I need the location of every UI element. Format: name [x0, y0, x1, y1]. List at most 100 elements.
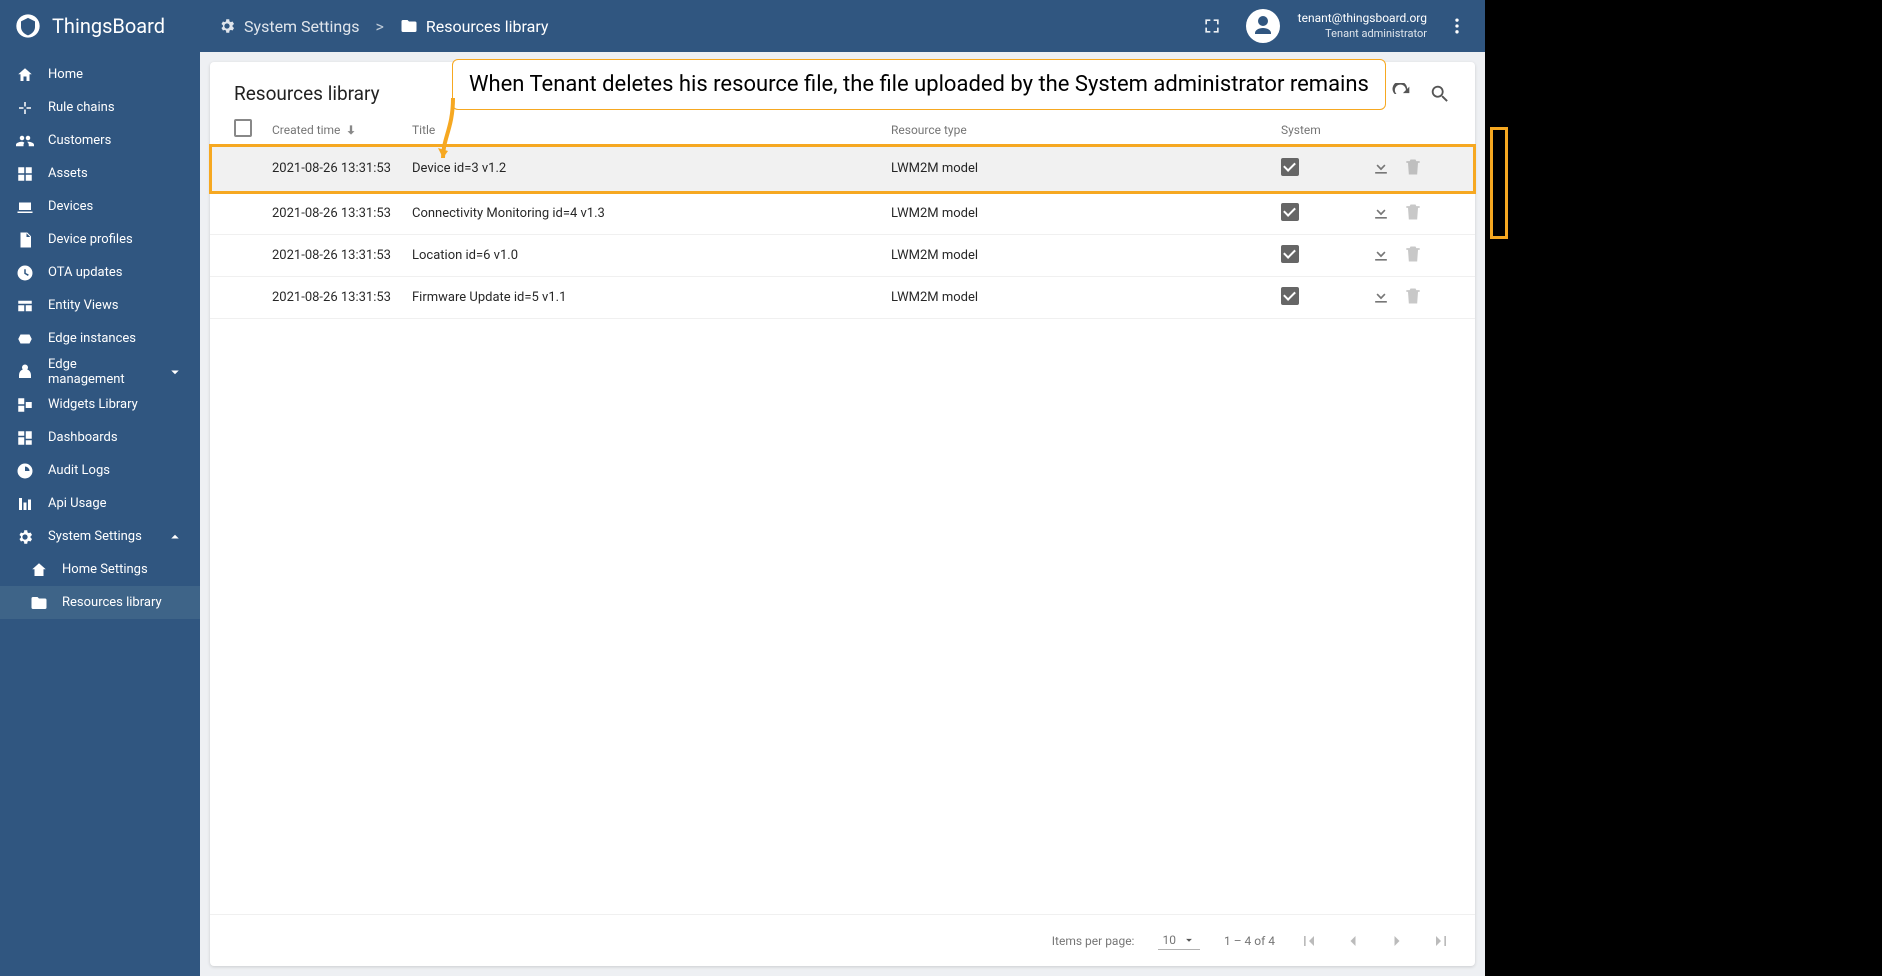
more-vert-icon[interactable] — [1447, 16, 1467, 36]
delete-icon — [1403, 202, 1423, 222]
download-icon[interactable] — [1371, 244, 1391, 264]
nav-list: Home Rule chains Customers Assets Devices Dev… — [0, 58, 200, 619]
table-row[interactable]: 2021-08-26 13:31:53Connectivity Monitori… — [210, 193, 1475, 235]
nav-item-dash[interactable]: Dashboards — [0, 421, 200, 454]
nav-item-ota[interactable]: OTA updates — [0, 256, 200, 289]
ota-icon — [16, 264, 34, 282]
last-page-icon[interactable] — [1431, 931, 1451, 951]
search-icon[interactable] — [1429, 83, 1451, 105]
cell-title: Location id=6 v1.0 — [412, 248, 891, 263]
chevron-down-icon — [166, 363, 184, 381]
cell-type: LWM2M model — [891, 290, 1281, 305]
fullscreen-icon[interactable] — [1202, 16, 1222, 36]
views-icon — [16, 297, 34, 315]
user-avatar[interactable] — [1246, 9, 1280, 43]
col-system[interactable]: System — [1281, 123, 1371, 137]
nav-item-folder[interactable]: Resources library — [0, 586, 200, 619]
nav-label: Home Settings — [62, 562, 148, 577]
cell-type: LWM2M model — [891, 206, 1281, 221]
customers-icon — [16, 132, 34, 150]
items-per-page-label: Items per page: — [1052, 934, 1135, 948]
home-icon — [16, 66, 34, 84]
table-row[interactable]: 2021-08-26 13:31:53Firmware Update id=5 … — [210, 277, 1475, 319]
nav-item-assets[interactable]: Assets — [0, 157, 200, 190]
nav-label: Resources library — [62, 595, 162, 610]
sidebar: ThingsBoard Home Rule chains Customers Asse… — [0, 0, 200, 976]
page-size-select[interactable]: 10 — [1158, 931, 1200, 950]
nav-label: System Settings — [48, 529, 142, 544]
nav-label: Assets — [48, 166, 88, 181]
brand-logo[interactable]: ThingsBoard — [0, 0, 200, 58]
cell-time: 2021-08-26 13:31:53 — [272, 290, 412, 305]
nav-item-home[interactable]: Home — [0, 58, 200, 91]
download-icon[interactable] — [1371, 286, 1391, 306]
edgemgmt-icon — [16, 363, 34, 381]
page-area: Resources library When Tenant deletes hi… — [200, 52, 1485, 976]
cell-time: 2021-08-26 13:31:53 — [272, 206, 412, 221]
next-page-icon[interactable] — [1387, 931, 1407, 951]
cell-title: Connectivity Monitoring id=4 v1.3 — [412, 206, 891, 221]
table-header: Created time Title Resource type System — [210, 115, 1475, 145]
nav-item-profiles[interactable]: Device profiles — [0, 223, 200, 256]
breadcrumb-current[interactable]: Resources library — [400, 17, 549, 36]
thingsboard-icon — [14, 12, 42, 40]
cell-title: Device id=3 v1.2 — [412, 161, 891, 176]
nav-label: Edge instances — [48, 331, 136, 346]
user-email: tenant@thingsboard.org — [1298, 11, 1427, 27]
cell-title: Firmware Update id=5 v1.1 — [412, 290, 891, 305]
nav-label: OTA updates — [48, 265, 122, 280]
edge-icon — [16, 330, 34, 348]
nav-item-rules[interactable]: Rule chains — [0, 91, 200, 124]
table-row[interactable]: 2021-08-26 13:31:53Location id=6 v1.0LWM… — [210, 235, 1475, 277]
topbar: System Settings > Resources library tena… — [200, 0, 1485, 52]
pagination: Items per page: 10 1 – 4 of 4 — [210, 914, 1475, 966]
nav-item-customers[interactable]: Customers — [0, 124, 200, 157]
settings-icon — [16, 528, 34, 546]
nav-label: Rule chains — [48, 100, 115, 115]
nav-item-edgemgmt[interactable]: Edge management — [0, 355, 200, 388]
refresh-icon[interactable] — [1391, 83, 1413, 105]
nav-item-edge[interactable]: Edge instances — [0, 322, 200, 355]
prev-page-icon[interactable] — [1343, 931, 1363, 951]
download-icon[interactable] — [1371, 202, 1391, 222]
system-checkbox — [1281, 203, 1299, 221]
nav-label: Widgets Library — [48, 397, 138, 412]
nav-label: Api Usage — [48, 496, 107, 511]
resources-card: Resources library When Tenant deletes hi… — [210, 62, 1475, 966]
breadcrumb-parent[interactable]: System Settings — [218, 17, 359, 36]
nav-item-views[interactable]: Entity Views — [0, 289, 200, 322]
nav-label: Audit Logs — [48, 463, 110, 478]
folder-icon — [400, 17, 418, 35]
nav-item-api[interactable]: Api Usage — [0, 487, 200, 520]
breadcrumb-separator: > — [375, 17, 383, 36]
system-checkbox — [1281, 245, 1299, 263]
assets-icon — [16, 165, 34, 183]
homeset-icon — [30, 561, 48, 579]
nav-label: Device profiles — [48, 232, 133, 247]
page-title: Resources library — [234, 82, 380, 105]
download-icon[interactable] — [1371, 157, 1391, 177]
nav-item-devices[interactable]: Devices — [0, 190, 200, 223]
col-created-time[interactable]: Created time — [272, 123, 412, 137]
col-title[interactable]: Title — [412, 123, 891, 137]
col-resource-type[interactable]: Resource type — [891, 123, 1281, 137]
select-all-checkbox[interactable] — [234, 119, 252, 137]
user-info: tenant@thingsboard.org Tenant administra… — [1298, 11, 1427, 41]
table-row[interactable]: 2021-08-26 13:31:53Device id=3 v1.2LWM2M… — [210, 145, 1475, 193]
system-checkbox — [1281, 287, 1299, 305]
audit-icon — [16, 462, 34, 480]
nav-item-widgets[interactable]: Widgets Library — [0, 388, 200, 421]
nav-item-audit[interactable]: Audit Logs — [0, 454, 200, 487]
nav-item-homeset[interactable]: Home Settings — [0, 553, 200, 586]
delete-icon — [1403, 157, 1423, 177]
cell-time: 2021-08-26 13:31:53 — [272, 161, 412, 176]
nav-label: Customers — [48, 133, 111, 148]
first-page-icon[interactable] — [1299, 931, 1319, 951]
arrow-down-icon — [344, 123, 358, 137]
brand-name: ThingsBoard — [52, 14, 165, 38]
dropdown-icon — [1182, 933, 1196, 947]
rules-icon — [16, 99, 34, 117]
page-range: 1 – 4 of 4 — [1224, 934, 1275, 948]
nav-item-settings[interactable]: System Settings — [0, 520, 200, 553]
widgets-icon — [16, 396, 34, 414]
